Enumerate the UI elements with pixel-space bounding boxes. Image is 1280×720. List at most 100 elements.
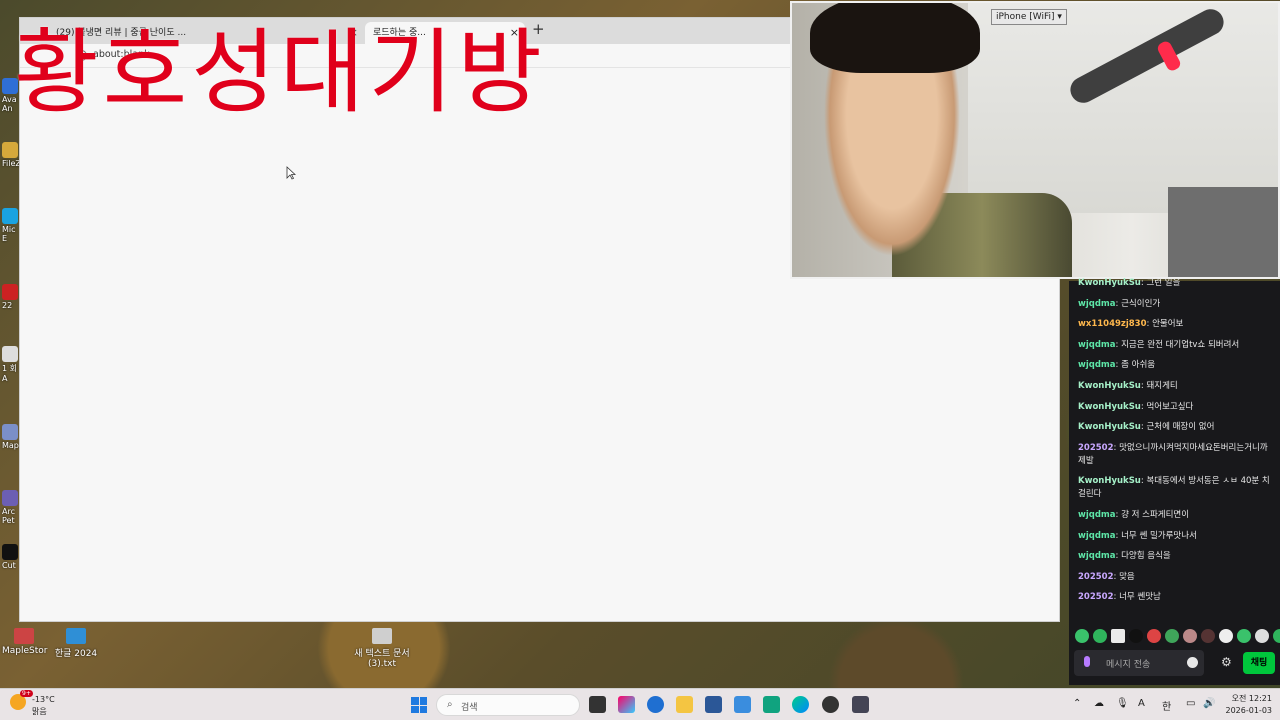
chevron-up-icon[interactable]: ⌃ xyxy=(1073,698,1081,709)
obs-icon[interactable] xyxy=(822,696,839,713)
chat-input-placeholder: 메시지 전송 xyxy=(1106,660,1151,670)
chat-username[interactable]: 202502 xyxy=(1078,443,1114,453)
chat-username[interactable]: KwonHyukSu xyxy=(1078,402,1141,412)
chat-username[interactable]: 202502 xyxy=(1078,572,1114,582)
chat-message: wjqdma: 걍 저 스파게티면이 xyxy=(1078,509,1190,520)
chat-send-button[interactable]: 채팅 xyxy=(1243,652,1275,674)
stream-overlay-title: 황호성대기방 xyxy=(14,19,546,126)
chat-message: KwonHyukSu: 근처에 매장이 없어 xyxy=(1078,422,1215,433)
emote-icon[interactable] xyxy=(1093,629,1107,643)
chat-username[interactable]: wjqdma xyxy=(1078,531,1116,541)
chat-text: 돼지게티 xyxy=(1146,380,1178,391)
chat-text: 너무 쎈 밀가루맛나서 xyxy=(1121,530,1197,541)
chat-text: 그런 일을 xyxy=(1146,278,1181,288)
emote-icon[interactable] xyxy=(1147,629,1161,643)
mic-tray-icon[interactable]: 🎙 xyxy=(1116,698,1129,709)
taskbar-search[interactable]: ⌕ 검색 xyxy=(436,694,580,716)
chat-text: 안물어보 xyxy=(1152,319,1184,330)
app-icon[interactable] xyxy=(852,696,869,713)
emote-icon[interactable] xyxy=(1201,629,1215,643)
emote-icon[interactable] xyxy=(1129,629,1143,643)
chat-message: wx11049zj830: 안물어보 xyxy=(1078,319,1184,330)
chat-username[interactable]: wjqdma xyxy=(1078,340,1116,350)
chat-username[interactable]: wjqdma xyxy=(1078,299,1116,309)
chat-message: KwonHyukSu: 먹어보고싶다 xyxy=(1078,401,1194,412)
chat-username[interactable]: KwonHyukSu xyxy=(1078,381,1141,391)
emoji-icon[interactable] xyxy=(1187,657,1198,668)
mic-icon[interactable] xyxy=(1084,656,1090,667)
chat-username[interactable]: wx11049zj830 xyxy=(1078,319,1147,329)
start-button[interactable] xyxy=(411,697,427,713)
language-indicator[interactable]: 한 xyxy=(1162,698,1171,713)
chat-text: 너무 쎈맛남 xyxy=(1119,592,1161,603)
chat-username[interactable]: wjqdma xyxy=(1078,510,1116,520)
chat-text: 걍 저 스파게티면이 xyxy=(1121,509,1190,520)
chat-text: 좀 아쉬움 xyxy=(1121,360,1156,371)
chat-text: 지금은 완전 대기업tv쇼 되버려서 xyxy=(1121,339,1240,350)
app-icon[interactable] xyxy=(647,696,664,713)
app-icon xyxy=(14,628,34,644)
weather-temp: -13°C xyxy=(32,695,55,704)
edge-icon[interactable] xyxy=(792,696,809,713)
taskbar: 9+ -13°C 맑음 ⌕ 검색 ⌃ ☁ 🎙 A 한 ▭ 🔊 오전 12:21 … xyxy=(0,688,1280,720)
app-icon xyxy=(2,424,18,440)
emote-icon[interactable] xyxy=(1273,629,1280,643)
document-icon xyxy=(2,346,18,362)
camera-source-select[interactable]: iPhone [WiFi] ▾ xyxy=(991,9,1067,25)
search-icon: ⌕ xyxy=(447,699,453,710)
chat-message: 202502: 맛없으니까시켜먹지마세요돈버리는거니까제발 xyxy=(1078,442,1268,466)
emote-icon[interactable] xyxy=(1219,629,1233,643)
chat-message-list: KwonHyukSu: 그런 일을 wjqdma: 근식이인가 wx11049zj8… xyxy=(1078,277,1274,612)
chat-username[interactable]: 202502 xyxy=(1078,592,1114,602)
store-icon[interactable] xyxy=(705,696,722,713)
chatgpt-icon[interactable] xyxy=(763,696,780,713)
desktop-icon-textfile[interactable]: 새 텍스트 문서 (3).txt xyxy=(352,628,412,669)
desktop-icon-hangul[interactable]: 한글 2024 xyxy=(52,628,100,659)
chat-username[interactable]: wjqdma xyxy=(1078,551,1116,561)
chat-username[interactable]: wjqdma xyxy=(1078,360,1116,370)
chat-username[interactable]: KwonHyukSu xyxy=(1078,278,1141,288)
app-icon[interactable] xyxy=(734,696,751,713)
system-clock[interactable]: 오전 12:21 2026-01-03 xyxy=(1222,693,1273,717)
emote-icon[interactable] xyxy=(1183,629,1197,643)
chat-message: 202502: 맞음 xyxy=(1078,571,1135,582)
emote-icon[interactable] xyxy=(1075,629,1089,643)
chat-username[interactable]: KwonHyukSu xyxy=(1078,422,1141,432)
chat-text: 먹어보고싶다 xyxy=(1146,401,1194,412)
task-view-icon[interactable] xyxy=(589,696,606,713)
chat-message: KwonHyukSu: 돼지게티 xyxy=(1078,380,1178,391)
gear-icon[interactable]: ⚙ xyxy=(1221,655,1232,669)
chat-message: wjqdma: 근식이인가 xyxy=(1078,298,1161,309)
chat-message: 202502: 너무 쎈맛남 xyxy=(1078,592,1161,603)
webcam-feed: iPhone [WiFi] ▾ xyxy=(790,1,1280,279)
chat-message: wjqdma: 지금은 완전 대기업tv쇼 되버려서 xyxy=(1078,339,1240,350)
emote-icon[interactable] xyxy=(1165,629,1179,643)
emote-bar xyxy=(1075,629,1280,643)
ime-mode[interactable]: A xyxy=(1138,698,1145,709)
emote-icon[interactable] xyxy=(1237,629,1251,643)
chat-message: KwonHyukSu: 그런 일을 xyxy=(1078,278,1181,288)
app-icon xyxy=(2,544,18,560)
emote-icon[interactable] xyxy=(1255,629,1269,643)
copilot-icon[interactable] xyxy=(618,696,635,713)
weather-condition: 맑음 xyxy=(32,707,47,716)
cloud-icon[interactable]: ☁ xyxy=(1094,698,1104,709)
volume-icon[interactable]: 🔊 xyxy=(1203,698,1215,709)
chat-username[interactable]: KwonHyukSu xyxy=(1078,476,1141,486)
text-file-icon xyxy=(372,628,392,644)
app-icon xyxy=(2,284,18,300)
emote-icon[interactable] xyxy=(1111,629,1125,643)
folder-icon xyxy=(2,142,18,158)
chat-text: 근처에 매장이 없어 xyxy=(1146,422,1215,433)
file-explorer-icon[interactable] xyxy=(676,696,693,713)
chat-text: 근식이인가 xyxy=(1121,298,1161,309)
app-icon xyxy=(2,490,18,506)
chat-message: wjqdma: 다양힘 음식을 xyxy=(1078,551,1171,562)
chat-message: KwonHyukSu: 복대동에서 방서동은 ㅅㅂ 40분 치걸린다 xyxy=(1078,476,1270,500)
network-icon[interactable]: ▭ xyxy=(1186,698,1195,709)
desktop-icon-maplestory[interactable]: MapleStor xyxy=(2,628,47,656)
chat-message: wjqdma: 너무 쎈 밀가루맛나서 xyxy=(1078,530,1197,541)
chat-text: 다양힘 음식을 xyxy=(1121,551,1171,562)
app-icon xyxy=(66,628,86,644)
chat-input[interactable]: 메시지 전송 xyxy=(1074,650,1204,676)
